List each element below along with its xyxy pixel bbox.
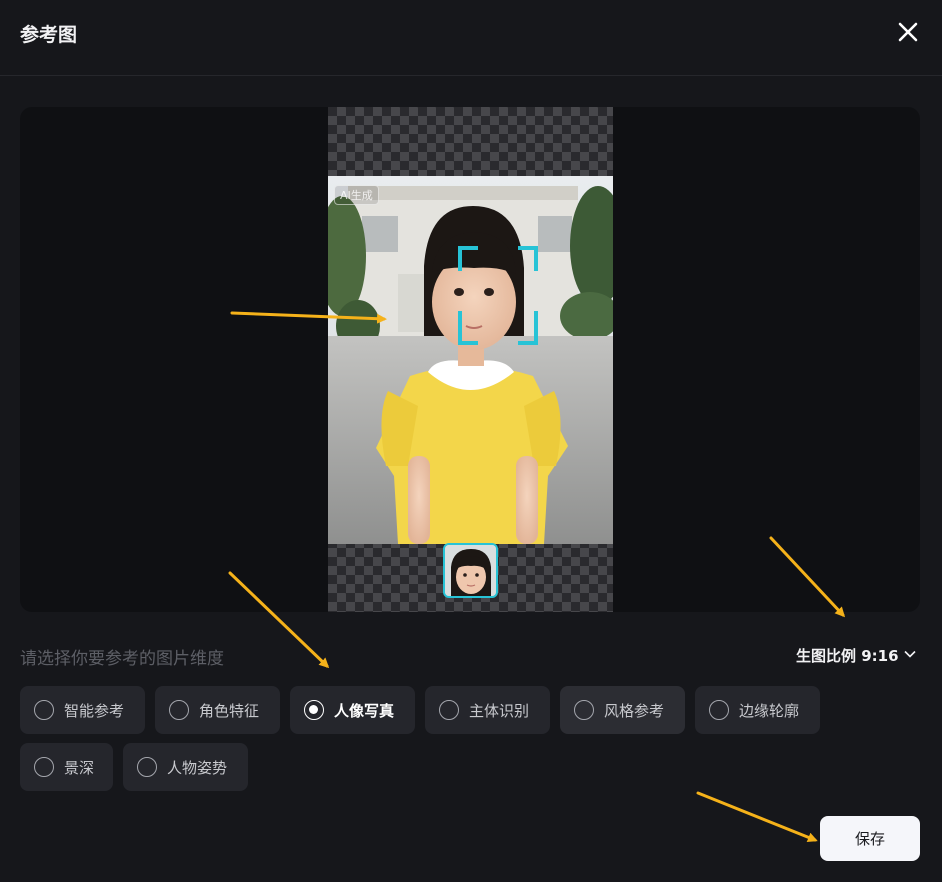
option-label: 角色特征 (199, 701, 260, 720)
option-depth-of-field[interactable]: 景深 (20, 743, 113, 791)
option-edge-outline[interactable]: 边缘轮廓 (695, 686, 820, 734)
radio-icon (169, 700, 189, 720)
aspect-ratio-label: 生图比例 9:16 (796, 647, 899, 665)
radio-icon (439, 700, 459, 720)
save-button[interactable]: 保存 (820, 816, 920, 861)
preview-area: AI生成 (20, 107, 920, 612)
arrow-to-save (696, 791, 818, 843)
option-character-features[interactable]: 角色特征 (155, 686, 280, 734)
option-subject-recognition[interactable]: 主体识别 (425, 686, 550, 734)
close-icon[interactable] (894, 18, 922, 46)
reference-image-dialog: 参考图 AI生成 请选择你要参考的图片维度 生图比例 9:16 智能参考 角色特… (0, 0, 942, 882)
face-thumbnail[interactable] (443, 543, 498, 598)
option-label: 人像写真 (334, 701, 395, 720)
radio-icon (709, 700, 729, 720)
option-label: 景深 (64, 758, 95, 777)
option-label: 主体识别 (469, 701, 530, 720)
option-label: 边缘轮廓 (739, 701, 800, 720)
radio-icon (34, 757, 54, 777)
option-label: 人物姿势 (167, 758, 228, 777)
option-portrait-photo[interactable]: 人像写真 (290, 686, 415, 734)
radio-icon (34, 700, 54, 720)
chevron-down-icon (903, 647, 917, 665)
radio-selected-icon (304, 700, 324, 720)
option-human-pose[interactable]: 人物姿势 (123, 743, 248, 791)
option-label: 风格参考 (604, 701, 665, 720)
ai-generated-badge: AI生成 (334, 185, 379, 205)
aspect-ratio-selector[interactable]: 生图比例 9:16 (796, 645, 917, 666)
dialog-title: 参考图 (20, 24, 78, 46)
dimension-prompt: 请选择你要参考的图片维度 (20, 649, 224, 669)
dialog-header: 参考图 (0, 0, 942, 76)
reference-photo: AI生成 (328, 176, 613, 544)
radio-icon (137, 757, 157, 777)
option-style-reference[interactable]: 风格参考 (560, 686, 685, 734)
transparent-canvas: AI生成 (328, 107, 613, 612)
radio-icon (574, 700, 594, 720)
option-label: 智能参考 (64, 701, 125, 720)
option-smart-reference[interactable]: 智能参考 (20, 686, 145, 734)
